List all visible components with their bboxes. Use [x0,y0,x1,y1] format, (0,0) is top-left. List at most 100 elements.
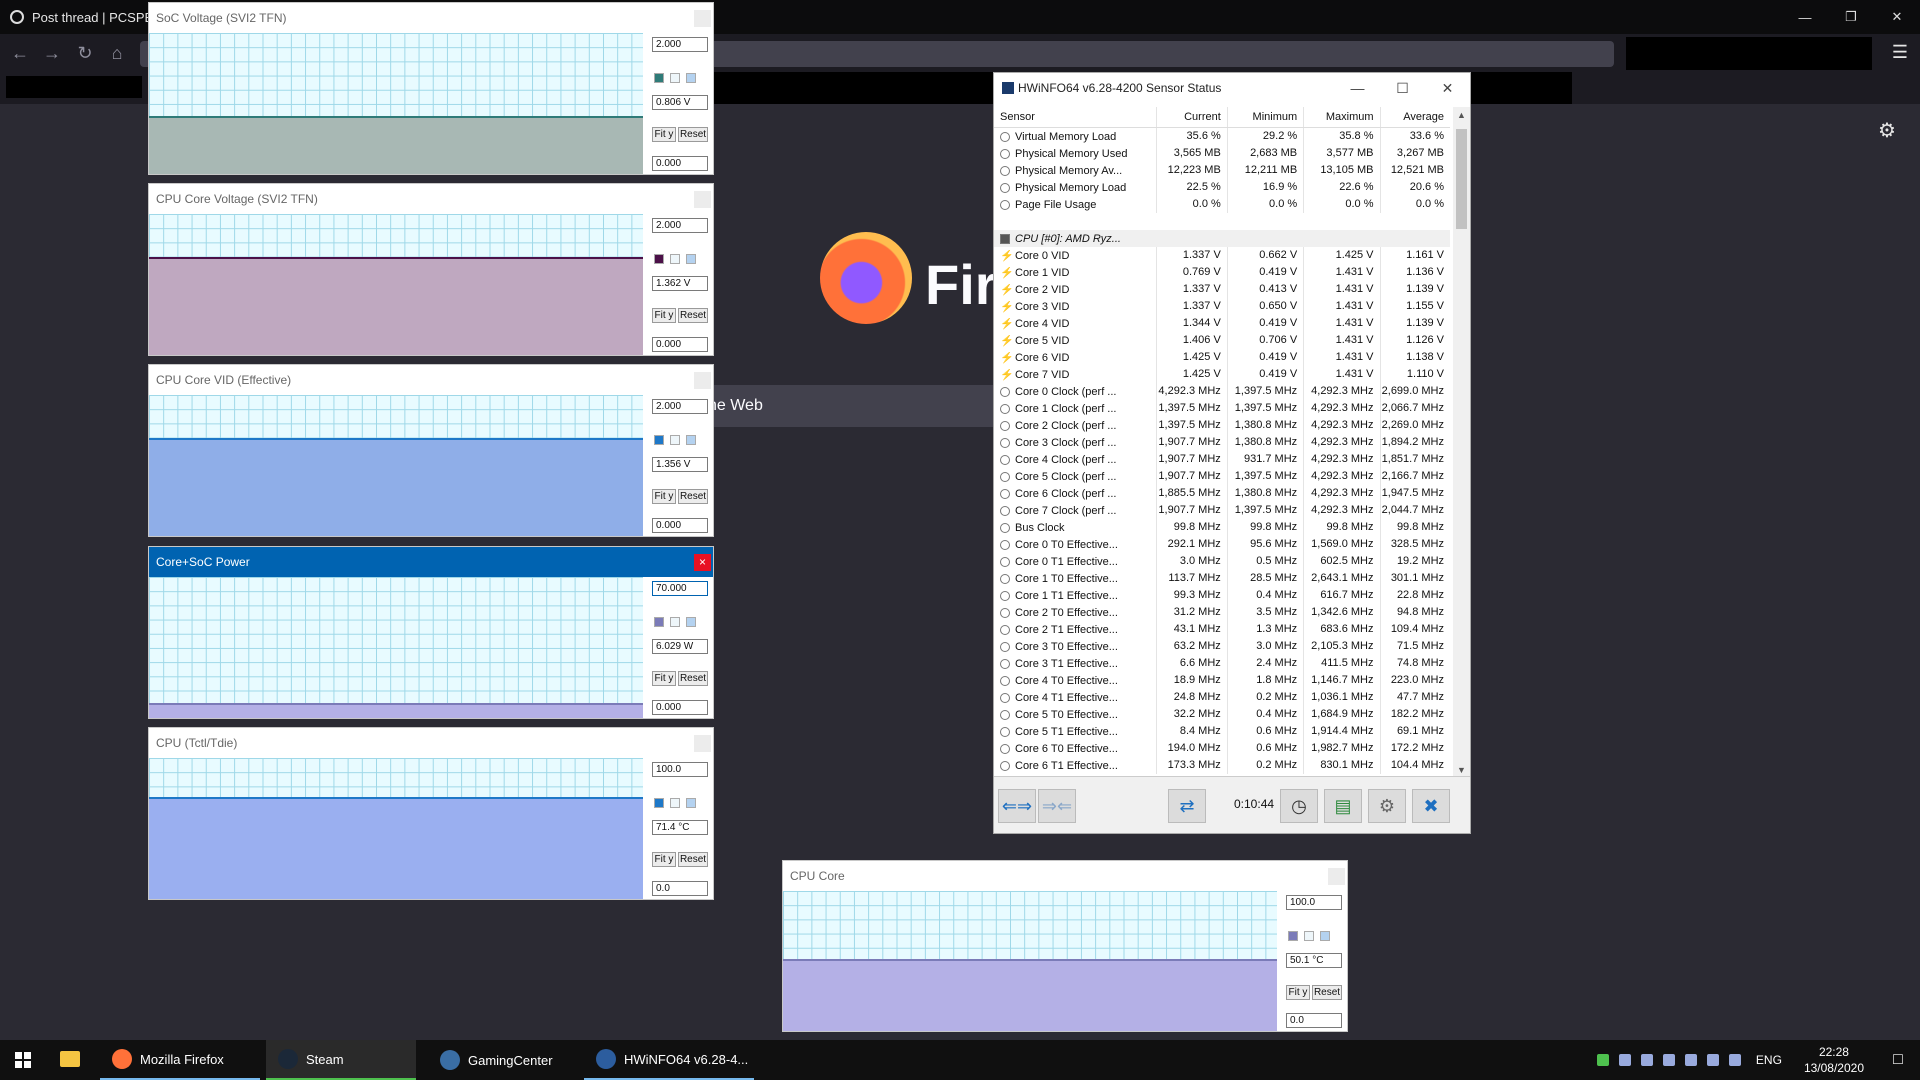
grid-color-swatch[interactable] [686,617,696,627]
fit-y-button[interactable]: Fit y [652,852,676,867]
graph-title-bar[interactable]: CPU Core VID (Effective) [149,365,713,395]
graph-close-icon[interactable] [694,735,711,752]
home-icon[interactable]: ⌂ [105,41,129,65]
sensor-row[interactable]: Core 0 Clock (perf ... 4,292.3 MHz 1,397.5… [994,383,1450,400]
sensor-row[interactable]: Core 5 Clock (perf ... 1,907.7 MHz 1,397.5… [994,468,1450,485]
sensor-row[interactable]: Bus Clock 99.8 MHz 99.8 MHz 99.8 MHz 99.8 MH… [994,519,1450,536]
network-icon[interactable]: ⇄ [1168,789,1206,823]
column-header-sensor[interactable]: Sensor [994,111,1156,123]
logging-icon[interactable]: ▤ [1324,789,1362,823]
graph-title-bar[interactable]: CPU (Tctl/Tdie) [149,728,713,758]
column-header-current[interactable]: Current [1156,107,1227,127]
graph-max-field[interactable]: 2.000 [652,399,708,414]
sensor-row[interactable]: ⚡ Core 5 VID 1.406 V 0.706 V 1.431 V 1.126 V [994,332,1450,349]
back-arrow-icon[interactable]: ← [8,41,32,65]
hwinfo-tray-icon[interactable] [1618,1054,1631,1066]
hwinfo-sensor-window[interactable]: HWiNFO64 v6.28-4200 Sensor Status — ☐ ✕ … [993,72,1471,834]
column-header-maximum[interactable]: Maximum [1303,107,1379,127]
graph-max-field[interactable]: 2.000 [652,37,708,52]
graph-min-field[interactable]: 0.000 [652,518,708,533]
sensor-row[interactable]: Core 3 T0 Effective... 63.2 MHz 3.0 MHz 2,1… [994,638,1450,655]
sensor-row[interactable]: Physical Memory Load 22.5 % 16.9 % 22.6 % 20… [994,179,1450,196]
settings-gear-icon[interactable]: ⚙ [1368,789,1406,823]
grid-color-swatch[interactable] [1320,931,1330,941]
graph-window[interactable]: CPU Core 100.0 50.1 °C Fit y Reset 0.0 [782,860,1348,1032]
sensor-row[interactable]: Core 1 T0 Effective... 113.7 MHz 28.5 MHz 2… [994,570,1450,587]
sensor-row[interactable]: Core 2 T0 Effective... 31.2 MHz 3.5 MHz 1,3… [994,604,1450,621]
background-color-swatch[interactable] [670,435,680,445]
graph-window[interactable]: SoC Voltage (SVI2 TFN) 2.000 0.806 V Fit yR… [148,2,714,175]
network-tray-icon[interactable] [1662,1054,1675,1066]
graph-title-bar[interactable]: Core+SoC Power [149,547,713,577]
minimize-icon[interactable]: — [1335,73,1380,103]
fit-y-button[interactable]: Fit y [1286,985,1310,1000]
grid-color-swatch[interactable] [686,73,696,83]
graph-title-bar[interactable]: CPU Core [783,861,1347,891]
sensor-row[interactable]: Page File Usage 0.0 % 0.0 % 0.0 % 0.0 % [994,196,1450,213]
start-button[interactable] [0,1040,46,1080]
fit-y-button[interactable]: Fit y [652,308,676,323]
sensor-row[interactable]: Physical Memory Used 3,565 MB 2,683 MB 3,57… [994,145,1450,162]
file-explorer-icon[interactable] [60,1051,80,1067]
taskbar-app[interactable]: Steam [266,1040,416,1080]
graph-max-field[interactable]: 70.000 [652,581,708,596]
taskbar-app[interactable]: GamingCenter [428,1040,578,1080]
sensor-row[interactable]: ⚡ Core 0 VID 1.337 V 0.662 V 1.425 V 1.161 V [994,247,1450,264]
sensor-row[interactable]: Core 6 Clock (perf ... 1,885.5 MHz 1,380.8… [994,485,1450,502]
column-header-minimum[interactable]: Minimum [1226,107,1303,127]
background-color-swatch[interactable] [670,617,680,627]
background-color-swatch[interactable] [670,798,680,808]
graph-window[interactable]: CPU Core Voltage (SVI2 TFN) 2.000 1.362 V F… [148,183,714,356]
close-sensors-icon[interactable]: ✖ [1412,789,1450,823]
web-search-box[interactable]: he Web [700,385,1000,427]
sensor-row[interactable]: Core 2 T1 Effective... 43.1 MHz 1.3 MHz 683… [994,621,1450,638]
graph-title-bar[interactable]: SoC Voltage (SVI2 TFN) [149,3,713,33]
sensor-row[interactable]: ⚡ Core 6 VID 1.425 V 0.419 V 1.431 V 1.138 V [994,349,1450,366]
taskbar-clock[interactable]: 22:28 13/08/2020 [1804,1044,1864,1076]
sensor-row[interactable]: Core 4 T1 Effective... 24.8 MHz 0.2 MHz 1,0… [994,689,1450,706]
reset-button[interactable]: Reset [678,671,708,686]
restore-icon[interactable]: ❐ [1828,0,1874,34]
fit-y-button[interactable]: Fit y [652,671,676,686]
graph-close-icon[interactable] [694,191,711,208]
graph-min-field[interactable]: 0.000 [652,156,708,171]
sensor-row[interactable]: Core 6 T1 Effective... 173.3 MHz 0.2 MHz 83… [994,757,1450,774]
sensor-row[interactable]: Core 5 T0 Effective... 32.2 MHz 0.4 MHz 1,6… [994,706,1450,723]
graph-close-icon[interactable] [694,10,711,27]
sensor-row[interactable]: Core 3 Clock (perf ... 1,907.7 MHz 1,380.8… [994,434,1450,451]
battery-icon[interactable] [1684,1054,1697,1066]
graph-window[interactable]: CPU (Tctl/Tdie) 100.0 71.4 °C Fit y Reset 0.0 [148,727,714,900]
sensor-row[interactable]: Core 3 T1 Effective... 6.6 MHz 2.4 MHz 411.… [994,655,1450,672]
graph-close-icon[interactable] [694,372,711,389]
minimize-icon[interactable]: — [1782,0,1828,34]
fit-y-button[interactable]: Fit y [652,489,676,504]
sensor-row[interactable]: ⚡ Core 1 VID 0.769 V 0.419 V 1.431 V 1.136 V [994,264,1450,281]
grid-color-swatch[interactable] [686,435,696,445]
reset-button[interactable]: Reset [678,308,708,323]
fit-y-button[interactable]: Fit y [652,127,676,142]
graph-close-icon[interactable] [1328,868,1345,885]
graph-min-field[interactable]: 0.0 [652,881,708,896]
sensor-row[interactable]: Virtual Memory Load 35.6 % 29.2 % 35.8 % 33.… [994,128,1450,145]
sensor-group-row[interactable]: CPU [#0]: AMD Ryz... [994,230,1450,247]
graph-min-field[interactable]: 0.000 [652,700,708,715]
graph-max-field[interactable]: 2.000 [652,218,708,233]
graph-min-field[interactable]: 0.0 [1286,1013,1342,1028]
taskbar-app[interactable]: Mozilla Firefox [100,1040,260,1080]
expand-arrows-icon[interactable]: ⇐⇒ [998,789,1036,823]
sensor-row[interactable]: Physical Memory Av... 12,223 MB 12,211 MB 1… [994,162,1450,179]
sensor-row[interactable]: Core 4 T0 Effective... 18.9 MHz 1.8 MHz 1,1… [994,672,1450,689]
graph-max-field[interactable]: 100.0 [1286,895,1342,910]
reset-button[interactable]: Reset [678,127,708,142]
graph-close-icon[interactable]: × [694,554,711,571]
background-color-swatch[interactable] [1304,931,1314,941]
line-color-swatch[interactable] [654,73,664,83]
sensor-row[interactable]: Core 4 Clock (perf ... 1,907.7 MHz 931.7 M… [994,451,1450,468]
background-color-swatch[interactable] [670,254,680,264]
maximize-icon[interactable]: ☐ [1380,73,1425,103]
forward-arrow-icon[interactable]: → [40,41,64,65]
close-icon[interactable]: ✕ [1874,0,1920,34]
sensor-row[interactable]: Core 1 T1 Effective... 99.3 MHz 0.4 MHz 616… [994,587,1450,604]
sensor-scrollbar[interactable]: ▲ ▼ [1453,107,1470,779]
sensor-row[interactable]: ⚡ Core 4 VID 1.344 V 0.419 V 1.431 V 1.139 V [994,315,1450,332]
